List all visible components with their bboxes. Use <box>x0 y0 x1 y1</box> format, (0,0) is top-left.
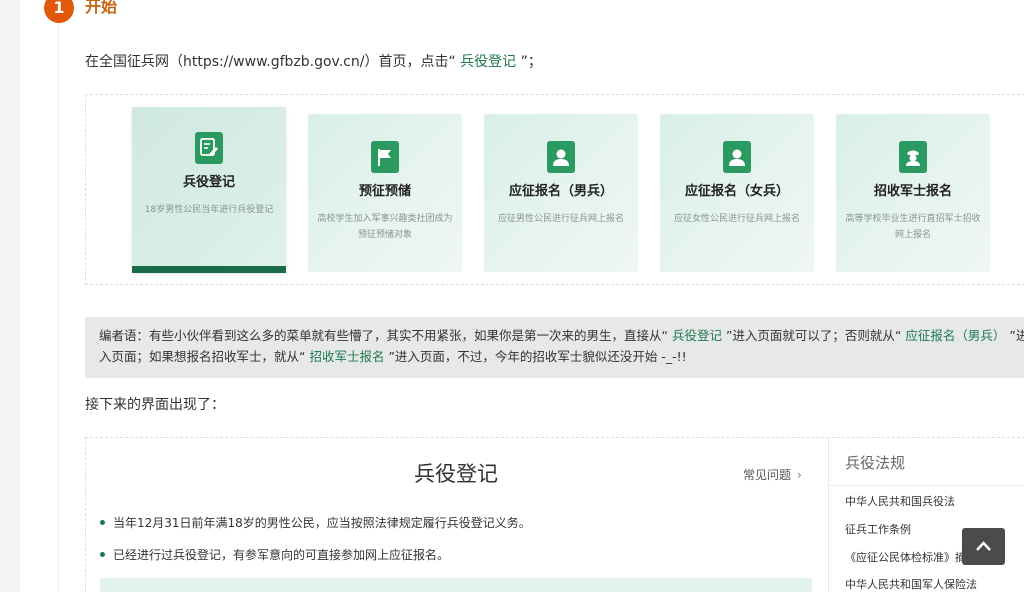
intro-before: 在全国征兵网（https://www.gfbzb.gov.cn/）首页，点击“ <box>85 54 456 70</box>
note-link-nco[interactable]: 招收军士报名 <box>305 349 388 364</box>
card-title: 预征预储 <box>358 184 411 199</box>
intro-link-registration[interactable]: 兵役登记 <box>456 54 521 70</box>
sidebar-link[interactable]: 《应征公民体检标准》摘要 <box>845 551 977 565</box>
sidebar-divider <box>829 485 1024 486</box>
card-pre-enlistment[interactable]: 预征预储 高校学生加入军事兴趣类社团成为预征预储对象 <box>308 114 462 272</box>
card-nco-recruitment[interactable]: 招收军士报名 高等学校毕业生进行直招军士招收网上报名 <box>836 114 990 272</box>
sidebar-link[interactable]: 中华人民共和国军人保险法 <box>845 578 977 592</box>
edit-form-icon <box>195 132 223 164</box>
sidebar-link[interactable]: 征兵工作条例 <box>845 523 911 537</box>
flag-icon <box>371 141 399 173</box>
intro-after: ”； <box>520 54 542 70</box>
card-enlist-female[interactable]: 应征报名（女兵） 应征女性公民进行征兵网上报名 <box>660 114 814 272</box>
info-panel <box>100 578 812 592</box>
card-title: 应征报名（女兵） <box>684 184 789 199</box>
card-title: 应征报名（男兵） <box>508 184 613 199</box>
next-screen-text: 接下来的界面出现了： <box>85 397 225 413</box>
note-text: 编者语：有些小伙伴看到这么多的菜单就有些懵了，其实不用紧张，如果你是第一次来的男… <box>99 328 668 343</box>
card-desc: 应征男性公民进行征兵网上报名 <box>497 214 624 224</box>
intro-text: 在全国征兵网（https://www.gfbzb.gov.cn/）首页，点击“ … <box>85 52 542 72</box>
faq-label: 常见问题 <box>743 468 792 482</box>
sidebar-link[interactable]: 中华人民共和国兵役法 <box>845 495 955 509</box>
card-desc: 高校学生加入军事兴趣类社团成为预征预储对象 <box>317 214 453 240</box>
menu-screenshot: 兵役登记 18岁男性公民当年进行兵役登记 预征预储 高校学生加入军事兴趣类社团成… <box>85 94 1024 285</box>
note-text: ”进入页面，不过，今年的招收军士貌似还没开始 -_-!! <box>388 349 687 364</box>
registration-screenshot: 兵役登记 常见问题 › 当年12月31日前年满18岁的男性公民，应当按照法律规定履… <box>85 437 1024 592</box>
card-desc: 高等学校毕业生进行直招军士招收网上报名 <box>845 214 981 240</box>
card-desc: 应征女性公民进行征兵网上报名 <box>673 214 800 224</box>
back-to-top-button[interactable] <box>962 528 1005 565</box>
card-title: 兵役登记 <box>182 175 235 190</box>
note-link-registration[interactable]: 兵役登记 <box>668 328 726 343</box>
regulations-sidebar: 兵役法规 中华人民共和国兵役法 征兵工作条例 《应征公民体检标准》摘要 中华人民… <box>828 438 1024 592</box>
card-enlist-male[interactable]: 应征报名（男兵） 应征男性公民进行征兵网上报名 <box>484 114 638 272</box>
chevron-up-icon <box>976 541 991 551</box>
note-link-enlist-male[interactable]: 应征报名（男兵） <box>901 328 1009 343</box>
card-military-registration[interactable]: 兵役登记 18岁男性公民当年进行兵役登记 <box>132 107 286 273</box>
registration-title: 兵役登记 <box>414 462 498 486</box>
note-text: ”进入页面就可以了；否则就从“ <box>725 328 902 343</box>
rule-item: 已经进行过兵役登记，有参军意向的可直接参加网上应征报名。 <box>100 547 449 563</box>
rule-item: 当年12月31日前年满18岁的男性公民，应当按照法律规定履行兵役登记义务。 <box>100 515 531 531</box>
editor-note: 编者语：有些小伙伴看到这么多的菜单就有些懵了，其实不用紧张，如果你是第一次来的男… <box>85 317 1024 378</box>
step-title: 开始 <box>85 0 118 16</box>
faq-link[interactable]: 常见问题 › <box>743 466 802 484</box>
card-title: 招收军士报名 <box>873 184 952 199</box>
soldier-icon <box>899 141 927 173</box>
step-timeline-line <box>58 23 59 592</box>
chevron-right-icon: › <box>797 468 802 482</box>
person-icon <box>547 141 575 173</box>
person-icon <box>723 141 751 173</box>
card-desc: 18岁男性公民当年进行兵役登记 <box>144 205 274 215</box>
sidebar-heading: 兵役法规 <box>845 454 906 472</box>
active-indicator <box>132 266 286 273</box>
